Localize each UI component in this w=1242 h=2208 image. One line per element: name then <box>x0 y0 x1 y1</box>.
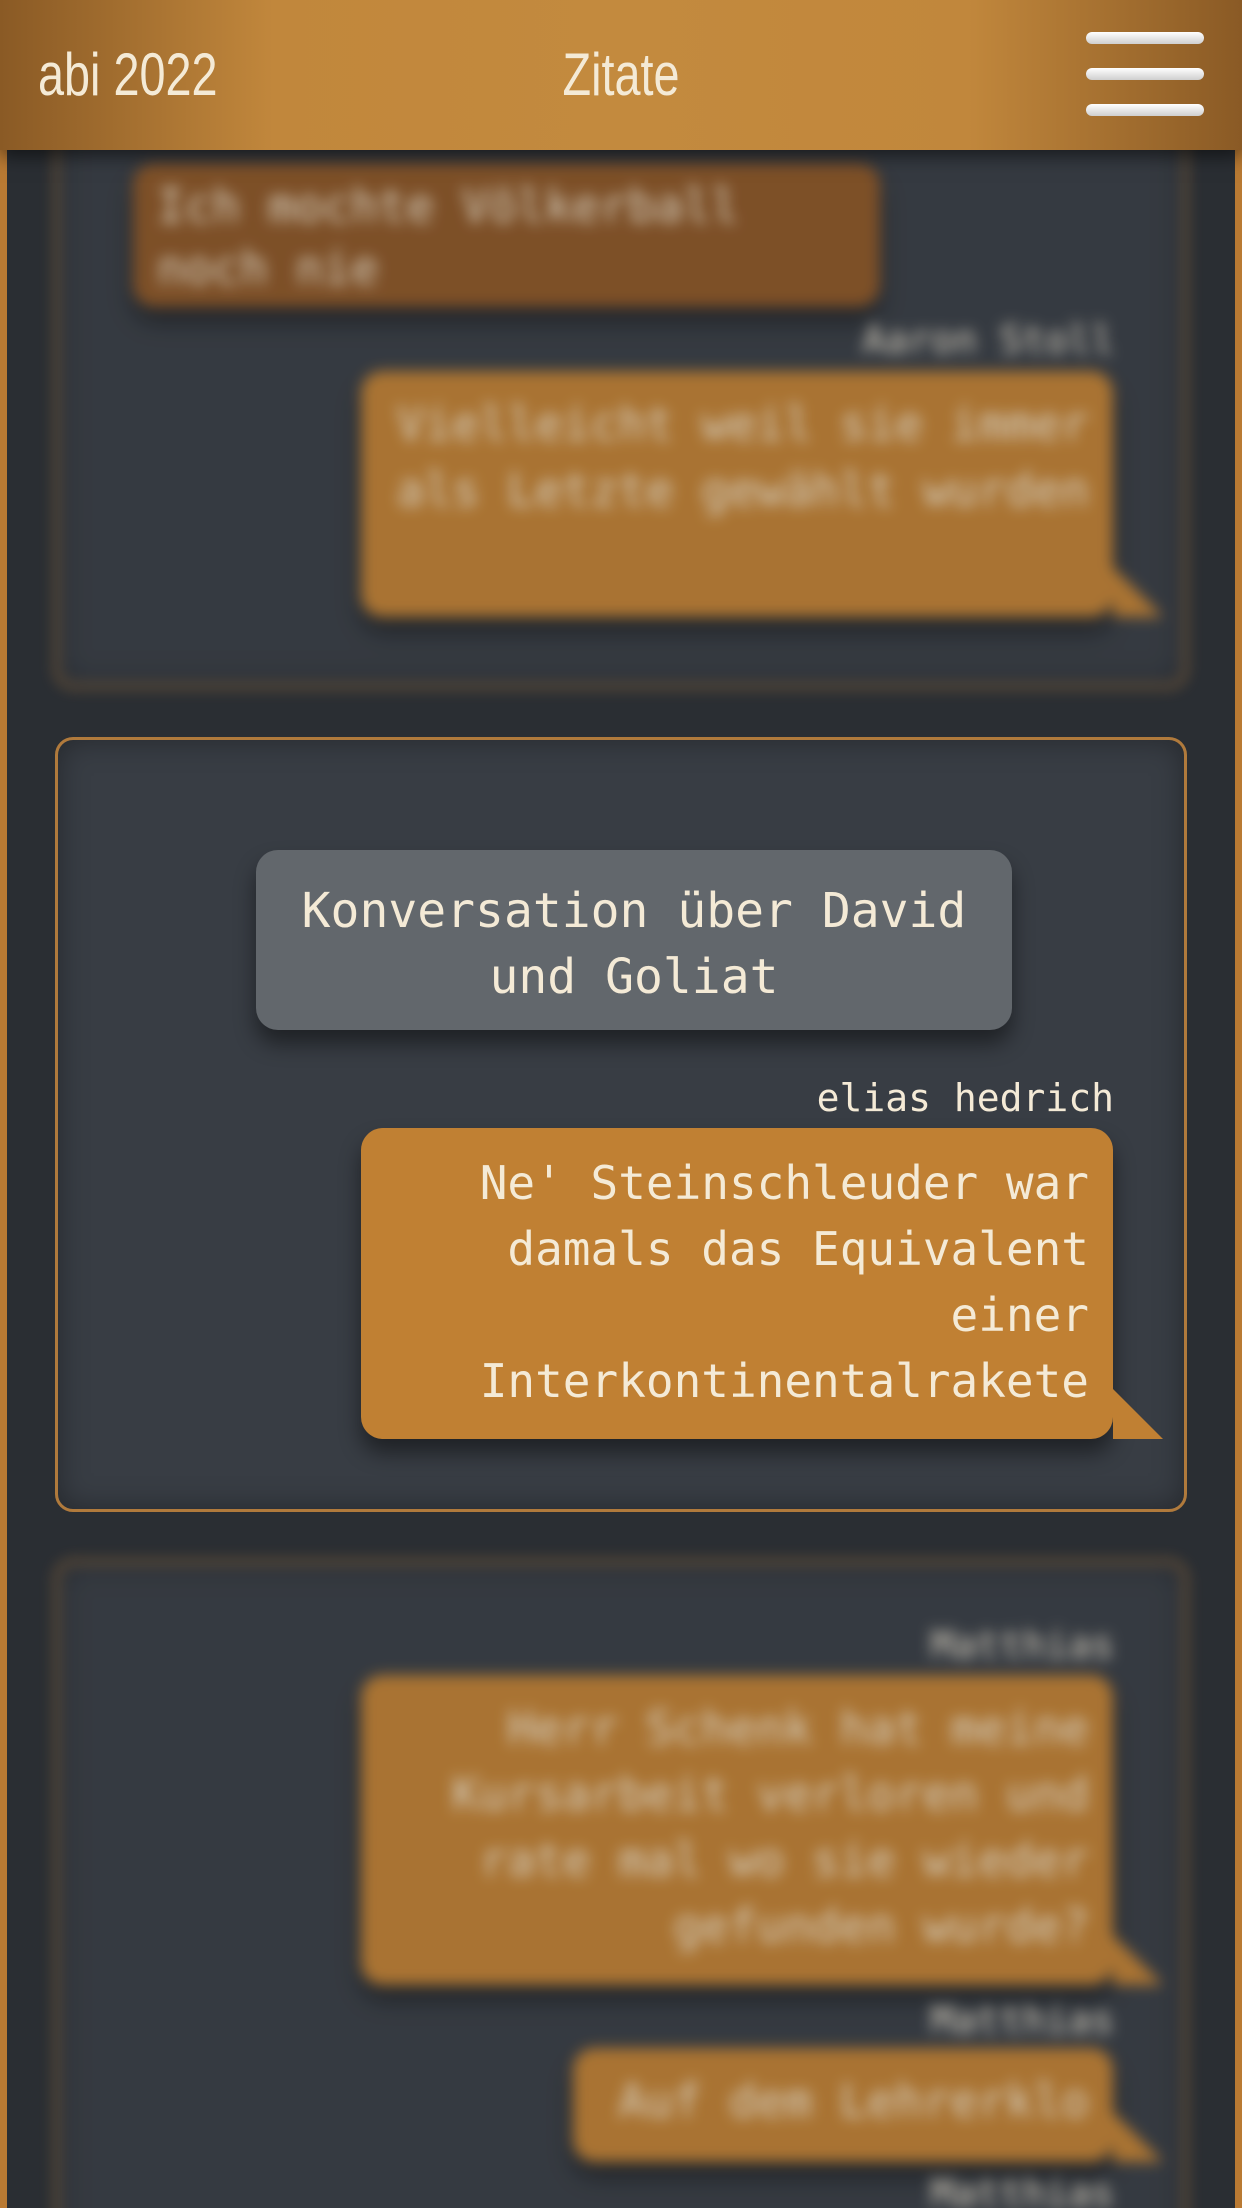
quote-bubble: Herr Schenk hat meine Kursarbeit verlore… <box>361 1675 1163 1985</box>
quote-author: Matthias <box>930 2171 1114 2208</box>
quote-author: elias hedrich <box>816 1076 1114 1120</box>
hamburger-menu-icon[interactable] <box>1086 32 1204 116</box>
quote-bubble: Vielleicht weil sie immer als Letzte gew… <box>361 371 1163 617</box>
quote-card: Ich mochte Völkerball noch nie Aaron Sto… <box>55 100 1187 688</box>
quote-author: Matthias <box>930 1998 1114 2042</box>
menu-bar-bottom <box>1086 104 1204 116</box>
page-title: Zitate <box>562 41 680 108</box>
menu-bar-middle <box>1086 68 1204 80</box>
app-header: abi 2022 Zitate <box>0 0 1242 150</box>
quote-bubble-left: Ich mochte Völkerball noch nie <box>133 163 880 307</box>
quote-bubble: Ne' Steinschleuder war damals das Equiva… <box>361 1128 1163 1439</box>
quote-card: Konversation über David und Goliat elias… <box>55 737 1187 1512</box>
quote-author: Matthias <box>930 1623 1114 1667</box>
quote-author: Aaron Stoll <box>862 318 1114 362</box>
quote-bubble: Auf dem Lehrerklo <box>573 2048 1163 2162</box>
conversation-topic: Konversation über David und Goliat <box>256 850 1012 1030</box>
quote-card: Matthias Herr Schenk hat meine Kursarbei… <box>55 1560 1187 2208</box>
menu-bar-top <box>1086 32 1204 44</box>
